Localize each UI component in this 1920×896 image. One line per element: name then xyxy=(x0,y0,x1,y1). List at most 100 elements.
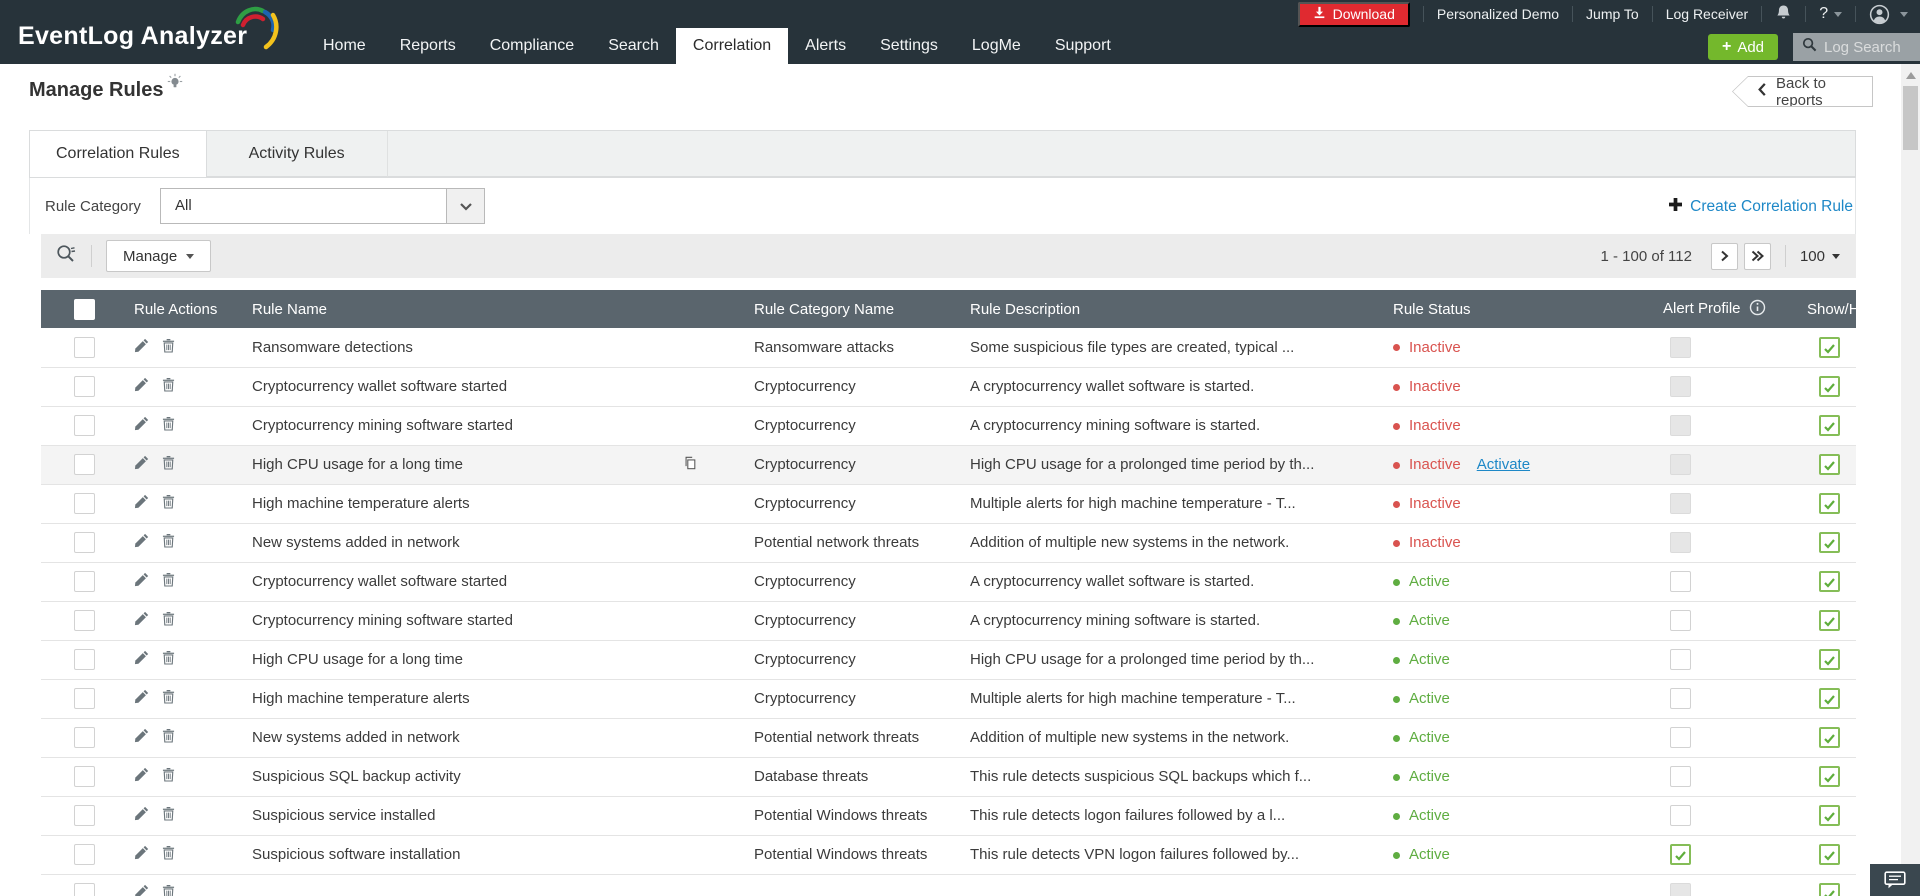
edit-pencil-icon[interactable] xyxy=(134,767,149,786)
row-select-checkbox[interactable] xyxy=(74,727,95,748)
row-select-checkbox[interactable] xyxy=(74,376,95,397)
row-select-checkbox[interactable] xyxy=(74,688,95,709)
edit-pencil-icon[interactable] xyxy=(134,884,149,896)
next-page-button[interactable] xyxy=(1710,242,1738,270)
delete-trash-icon[interactable] xyxy=(162,338,175,357)
edit-pencil-icon[interactable] xyxy=(134,533,149,552)
copy-icon[interactable] xyxy=(683,455,697,474)
delete-trash-icon[interactable] xyxy=(162,650,175,669)
add-button[interactable]: + Add xyxy=(1708,34,1778,60)
delete-trash-icon[interactable] xyxy=(162,533,175,552)
show-hide-checkbox[interactable] xyxy=(1819,336,1840,358)
nav-search[interactable]: Search xyxy=(591,28,676,64)
edit-pencil-icon[interactable] xyxy=(134,416,149,435)
row-select-checkbox[interactable] xyxy=(74,610,95,631)
tab-activity-rules[interactable]: Activity Rules xyxy=(206,131,388,177)
edit-pencil-icon[interactable] xyxy=(134,728,149,747)
page-size-select[interactable]: 100 xyxy=(1800,248,1840,265)
info-icon[interactable] xyxy=(1749,299,1766,320)
edit-pencil-icon[interactable] xyxy=(134,377,149,396)
alert-profile-checkbox[interactable] xyxy=(1670,649,1691,670)
row-select-checkbox[interactable] xyxy=(74,805,95,826)
row-select-checkbox[interactable] xyxy=(74,844,95,865)
scroll-up-arrow-icon[interactable] xyxy=(1906,72,1916,79)
delete-trash-icon[interactable] xyxy=(162,884,175,896)
edit-pencil-icon[interactable] xyxy=(134,845,149,864)
row-select-checkbox[interactable] xyxy=(74,532,95,553)
show-hide-checkbox[interactable] xyxy=(1819,454,1840,475)
select-all-checkbox[interactable] xyxy=(74,298,95,320)
alert-profile-checkbox[interactable] xyxy=(1670,571,1691,592)
last-page-button[interactable] xyxy=(1743,242,1771,270)
activate-link[interactable]: Activate xyxy=(1477,456,1530,473)
row-select-checkbox[interactable] xyxy=(74,766,95,787)
search-filter-icon[interactable] xyxy=(55,243,77,270)
nav-support[interactable]: Support xyxy=(1038,28,1128,64)
delete-trash-icon[interactable] xyxy=(162,416,175,435)
row-select-checkbox[interactable] xyxy=(74,571,95,592)
create-correlation-rule[interactable]: Create Correlation Rule xyxy=(1669,198,1853,216)
delete-trash-icon[interactable] xyxy=(162,728,175,747)
row-select-checkbox[interactable] xyxy=(74,493,95,514)
nav-home[interactable]: Home xyxy=(306,28,383,64)
vertical-scrollbar[interactable] xyxy=(1901,64,1920,896)
show-hide-checkbox[interactable] xyxy=(1819,415,1840,436)
row-select-checkbox[interactable] xyxy=(74,649,95,670)
manage-button[interactable]: Manage xyxy=(106,240,212,272)
show-hide-checkbox[interactable] xyxy=(1819,883,1840,896)
edit-pencil-icon[interactable] xyxy=(134,455,149,474)
nav-compliance[interactable]: Compliance xyxy=(473,28,591,64)
nav-alerts[interactable]: Alerts xyxy=(788,28,863,64)
delete-trash-icon[interactable] xyxy=(162,689,175,708)
lightbulb-icon[interactable] xyxy=(165,72,185,97)
delete-trash-icon[interactable] xyxy=(162,806,175,825)
row-select-checkbox[interactable] xyxy=(74,454,95,475)
jump-to-link[interactable]: Jump To xyxy=(1586,6,1639,22)
edit-pencil-icon[interactable] xyxy=(134,611,149,630)
edit-pencil-icon[interactable] xyxy=(134,572,149,591)
show-hide-checkbox[interactable] xyxy=(1819,376,1840,397)
alert-profile-checkbox[interactable] xyxy=(1670,610,1691,631)
show-hide-checkbox[interactable] xyxy=(1819,649,1840,670)
select-dropdown-button[interactable] xyxy=(446,189,484,223)
delete-trash-icon[interactable] xyxy=(162,611,175,630)
show-hide-checkbox[interactable] xyxy=(1819,493,1840,514)
delete-trash-icon[interactable] xyxy=(162,767,175,786)
nav-reports[interactable]: Reports xyxy=(383,28,473,64)
show-hide-checkbox[interactable] xyxy=(1819,727,1840,748)
delete-trash-icon[interactable] xyxy=(162,845,175,864)
edit-pencil-icon[interactable] xyxy=(134,338,149,357)
scrollbar-thumb[interactable] xyxy=(1903,86,1918,150)
alert-profile-checkbox[interactable] xyxy=(1670,766,1691,787)
alert-profile-checkbox[interactable] xyxy=(1670,727,1691,748)
delete-trash-icon[interactable] xyxy=(162,494,175,513)
row-select-checkbox[interactable] xyxy=(74,415,95,436)
show-hide-checkbox[interactable] xyxy=(1819,610,1840,631)
personalized-demo-link[interactable]: Personalized Demo xyxy=(1437,6,1559,22)
feedback-chat-button[interactable] xyxy=(1870,864,1920,896)
nav-logme[interactable]: LogMe xyxy=(955,28,1038,64)
tab-correlation-rules[interactable]: Correlation Rules xyxy=(30,131,207,177)
show-hide-checkbox[interactable] xyxy=(1819,688,1840,709)
delete-trash-icon[interactable] xyxy=(162,455,175,474)
edit-pencil-icon[interactable] xyxy=(134,494,149,513)
delete-trash-icon[interactable] xyxy=(162,572,175,591)
back-to-reports-button[interactable]: Back to reports xyxy=(1732,76,1873,107)
app-logo[interactable]: EventLog Analyzer xyxy=(18,22,247,51)
edit-pencil-icon[interactable] xyxy=(134,806,149,825)
row-select-checkbox[interactable] xyxy=(74,336,95,358)
nav-correlation[interactable]: Correlation xyxy=(675,28,789,64)
alert-profile-checkbox[interactable] xyxy=(1670,805,1691,826)
edit-pencil-icon[interactable] xyxy=(134,650,149,669)
delete-trash-icon[interactable] xyxy=(162,377,175,396)
show-hide-checkbox[interactable] xyxy=(1819,766,1840,787)
user-account-menu[interactable] xyxy=(1869,4,1908,25)
help-menu[interactable]: ? xyxy=(1819,5,1843,23)
edit-pencil-icon[interactable] xyxy=(134,689,149,708)
notifications-bell-icon[interactable] xyxy=(1775,4,1792,25)
show-hide-checkbox[interactable] xyxy=(1819,805,1840,826)
rule-category-select[interactable]: All xyxy=(160,188,485,224)
log-receiver-link[interactable]: Log Receiver xyxy=(1666,6,1749,22)
alert-profile-checkbox[interactable] xyxy=(1670,844,1691,865)
show-hide-checkbox[interactable] xyxy=(1819,844,1840,865)
